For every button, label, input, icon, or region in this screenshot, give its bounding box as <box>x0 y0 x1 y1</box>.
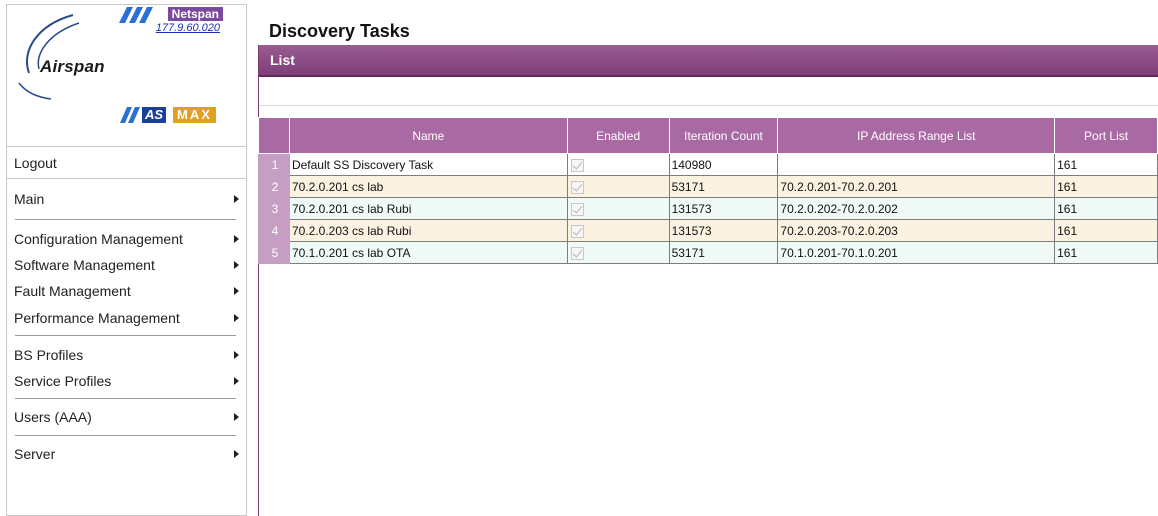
cell-enabled <box>566 219 670 242</box>
menu-main[interactable]: Main <box>7 179 246 219</box>
menu-label: Software Management <box>14 257 155 273</box>
menu-label: Service Profiles <box>14 373 112 389</box>
cell-ip-range <box>777 153 1056 176</box>
cell-ip-range: 70.2.0.202-70.2.0.202 <box>777 197 1056 220</box>
menu-performance-management[interactable]: Performance Management <box>7 304 246 332</box>
menu-logout[interactable]: Logout <box>7 147 246 179</box>
cell-enabled <box>566 153 670 176</box>
cell-name: 70.2.0.201 cs lab <box>288 175 568 198</box>
submenu-arrow-icon <box>234 413 239 421</box>
toolbar-strip <box>259 77 1158 106</box>
cell-ip-range: 70.2.0.203-70.2.0.203 <box>777 219 1056 242</box>
product-name: Netspan <box>167 7 223 21</box>
cell-ip-range: 70.1.0.201-70.1.0.201 <box>777 241 1056 264</box>
menu-service-profiles[interactable]: Service Profiles <box>7 368 246 394</box>
menu-label: Fault Management <box>14 283 131 299</box>
column-header-ip-range[interactable]: IP Address Range List <box>777 117 1056 154</box>
cell-iteration-count: 131573 <box>668 197 779 220</box>
menu-label: Server <box>14 446 56 462</box>
cell-ip-range: 70.2.0.201-70.2.0.201 <box>777 175 1056 198</box>
enabled-checkbox <box>570 158 584 172</box>
version-link[interactable]: 177.9.60.020 <box>156 22 220 34</box>
cell-name: 70.2.0.201 cs lab Rubi <box>288 197 568 220</box>
main-content: Discovery Tasks List Name Enabled Iterat… <box>258 0 1158 516</box>
table-row[interactable]: 1 Default SS Discovery Task 140980 161 <box>258 153 1158 176</box>
submenu-arrow-icon <box>234 314 239 322</box>
cell-iteration-count: 53171 <box>668 241 779 264</box>
page-title: Discovery Tasks <box>269 21 410 41</box>
menu-server[interactable]: Server <box>7 436 246 472</box>
submenu-arrow-icon <box>234 351 239 359</box>
menu-separator <box>15 219 236 220</box>
enabled-checkbox <box>570 180 584 194</box>
row-number: 5 <box>258 241 290 264</box>
cell-iteration-count: 131573 <box>668 219 779 242</box>
cell-port-list: 161 <box>1054 197 1158 220</box>
menu-bs-profiles[interactable]: BS Profiles <box>7 342 246 368</box>
cell-name: Default SS Discovery Task <box>288 153 568 176</box>
row-number: 3 <box>258 197 290 220</box>
menu-label: Logout <box>14 155 57 171</box>
submenu-arrow-icon <box>234 195 239 203</box>
section-title: List <box>270 52 295 68</box>
submenu-arrow-icon <box>234 235 239 243</box>
stripes-icon <box>119 7 153 23</box>
cell-enabled <box>566 175 670 198</box>
enabled-checkbox <box>570 246 584 260</box>
list-panel: List <box>258 45 1158 516</box>
asmax-logo: AS MAX <box>119 105 223 125</box>
cell-port-list: 161 <box>1054 219 1158 242</box>
submenu-arrow-icon <box>234 287 239 295</box>
nav-menu: Logout Main Configuration Management Sof… <box>7 147 246 472</box>
cell-name: 70.2.0.203 cs lab Rubi <box>288 219 568 242</box>
cell-iteration-count: 53171 <box>668 175 779 198</box>
menu-configuration-management[interactable]: Configuration Management <box>7 226 246 252</box>
menu-separator <box>15 335 236 336</box>
column-header-port-list[interactable]: Port List <box>1054 117 1158 154</box>
row-number: 2 <box>258 175 290 198</box>
menu-software-management[interactable]: Software Management <box>7 252 246 278</box>
row-number-header <box>258 117 290 154</box>
app-window: Airspan Netspan 177.9.60.020 AS MAX Logo… <box>0 0 1158 516</box>
asmax-max-label: MAX <box>173 107 216 123</box>
cell-port-list: 161 <box>1054 241 1158 264</box>
menu-label: Main <box>14 191 45 207</box>
asmax-as-label: AS <box>142 107 167 123</box>
column-header-enabled[interactable]: Enabled <box>566 117 670 154</box>
sidebar: Airspan Netspan 177.9.60.020 AS MAX Logo… <box>6 4 247 516</box>
table-row[interactable]: 4 70.2.0.203 cs lab Rubi 131573 70.2.0.2… <box>258 219 1158 242</box>
column-header-iteration-count[interactable]: Iteration Count <box>668 117 779 154</box>
submenu-arrow-icon <box>234 377 239 385</box>
cell-port-list: 161 <box>1054 175 1158 198</box>
menu-fault-management[interactable]: Fault Management <box>7 278 246 304</box>
table-row[interactable]: 5 70.1.0.201 cs lab OTA 53171 70.1.0.201… <box>258 241 1158 264</box>
enabled-checkbox <box>570 202 584 216</box>
company-name: Airspan <box>40 57 105 76</box>
menu-label: BS Profiles <box>14 347 84 363</box>
menu-label: Users (AAA) <box>14 409 92 425</box>
list-section-header: List <box>259 45 1158 77</box>
column-header-name[interactable]: Name <box>288 117 568 154</box>
discovery-tasks-table: Name Enabled Iteration Count IP Address … <box>258 117 1158 264</box>
row-number: 4 <box>258 219 290 242</box>
table-row[interactable]: 2 70.2.0.201 cs lab 53171 70.2.0.201-70.… <box>258 175 1158 198</box>
brand-panel: Airspan Netspan 177.9.60.020 AS MAX <box>7 5 246 147</box>
enabled-checkbox <box>570 224 584 238</box>
menu-label: Performance Management <box>14 310 180 326</box>
submenu-arrow-icon <box>234 450 239 458</box>
table-row[interactable]: 3 70.2.0.201 cs lab Rubi 131573 70.2.0.2… <box>258 197 1158 220</box>
cell-enabled <box>566 241 670 264</box>
row-number: 1 <box>258 153 290 176</box>
cell-iteration-count: 140980 <box>668 153 779 176</box>
submenu-arrow-icon <box>234 261 239 269</box>
cell-name: 70.1.0.201 cs lab OTA <box>288 241 568 264</box>
menu-label: Configuration Management <box>14 231 183 247</box>
table-header-row: Name Enabled Iteration Count IP Address … <box>258 117 1158 154</box>
menu-users-aaa[interactable]: Users (AAA) <box>7 399 246 435</box>
cell-enabled <box>566 197 670 220</box>
cell-port-list: 161 <box>1054 153 1158 176</box>
